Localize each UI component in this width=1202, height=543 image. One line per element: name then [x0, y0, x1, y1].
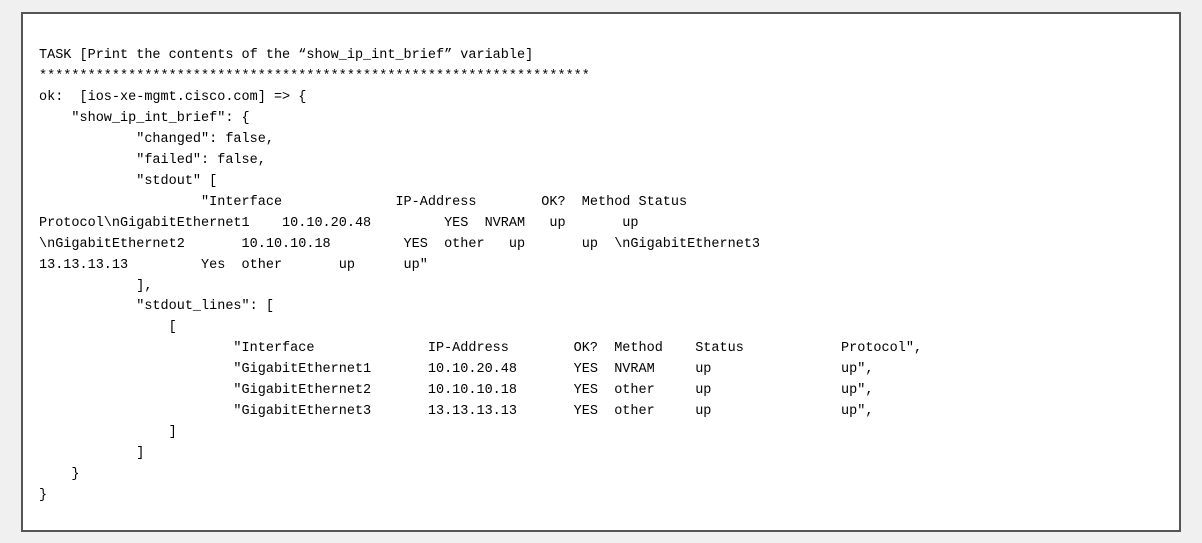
- line-failed: "failed": false,: [39, 153, 266, 168]
- terminal-output: TASK [Print the contents of the “show_ip…: [21, 12, 1181, 532]
- line-ok: ok: [ios-xe-mgmt.cisco.com] => {: [39, 90, 306, 105]
- line-table-header: "Interface IP-Address OK? Method Status …: [39, 341, 922, 356]
- line-stdout-open: "stdout" [: [39, 174, 217, 189]
- line-stdout-lines-open: "stdout_lines": [: [39, 299, 274, 314]
- line-show-ip-close: }: [39, 467, 80, 482]
- line-changed: "changed": false,: [39, 132, 274, 147]
- line-inner-array-open: [: [39, 320, 177, 335]
- line-root-close: }: [39, 488, 47, 503]
- line-stdout-lines-close: ]: [39, 446, 144, 461]
- line-gigabit2: "GigabitEthernet2 10.10.10.18 YES other …: [39, 383, 873, 398]
- line-separator: ****************************************…: [39, 69, 590, 84]
- line-gigabit1: "GigabitEthernet1 10.10.20.48 YES NVRAM …: [39, 362, 873, 377]
- line-stdout-close: ],: [39, 279, 152, 294]
- line-stdout-value: "Interface IP-Address OK? Method Status …: [39, 195, 760, 273]
- line-gigabit3: "GigabitEthernet3 13.13.13.13 YES other …: [39, 404, 873, 419]
- line-inner-array-close: ]: [39, 425, 177, 440]
- line-show-ip-key: "show_ip_int_brief": {: [39, 111, 250, 126]
- line-task-header: TASK [Print the contents of the “show_ip…: [39, 48, 533, 63]
